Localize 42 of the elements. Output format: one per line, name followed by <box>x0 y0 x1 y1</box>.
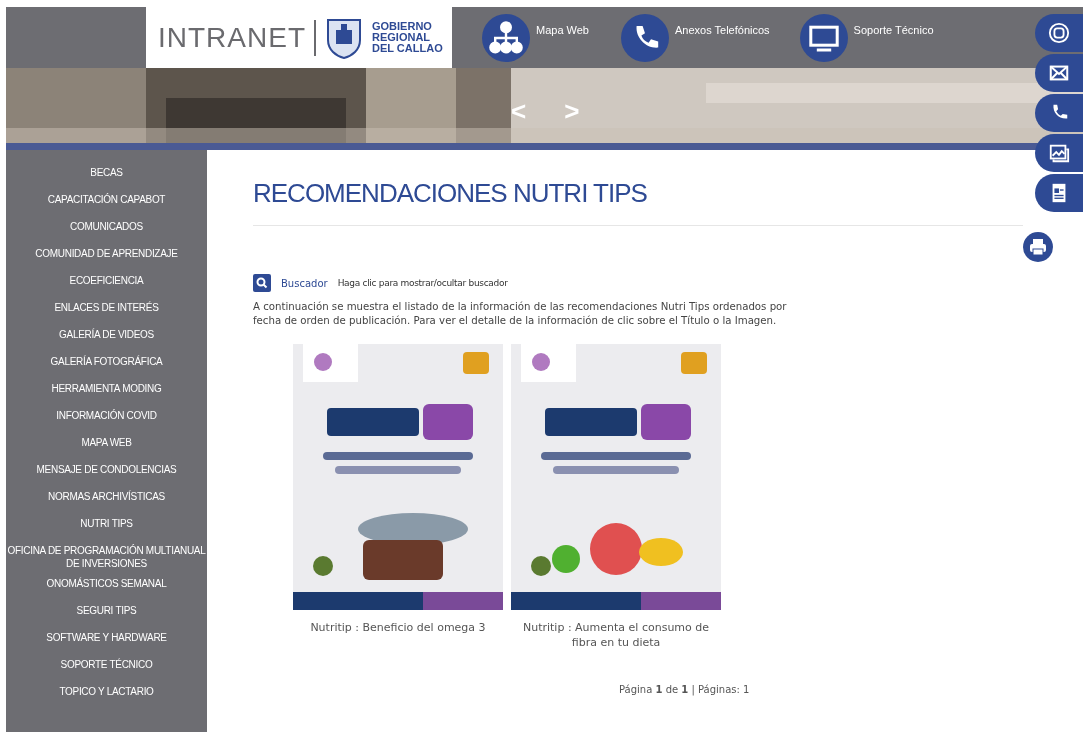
sidebar-item[interactable]: SOFTWARE Y HARDWARE <box>6 624 207 651</box>
search-icon[interactable] <box>253 274 271 292</box>
print-icon[interactable] <box>1023 232 1053 262</box>
mail-icon[interactable] <box>1035 54 1083 92</box>
intro-text: A continuación se muestra el listado de la información de las recomendaciones Nutri Tips ordenados por fecha de orden de publicación. Para ver el detalle de la información de clic sobre el Título o la Imagen. <box>253 300 788 328</box>
sidebar-item[interactable]: SEGURI TIPS <box>6 597 207 624</box>
sidebar-item[interactable]: NUTRI TIPS <box>6 510 207 537</box>
sitemap-icon <box>482 13 530 62</box>
sidebar-item[interactable]: TOPICO Y LACTARIO <box>6 678 207 705</box>
sidebar-item[interactable]: NORMAS ARCHIVÍSTICAS <box>6 483 207 510</box>
newspaper-icon[interactable] <box>1035 174 1083 212</box>
item-title[interactable]: Nutritip : Aumenta el consumo de fibra en tu dieta <box>511 620 721 650</box>
sidebar-item[interactable]: INFORMACIÓN COVID <box>6 402 207 429</box>
sidebar-item[interactable]: MENSAJE DE CONDOLENCIAS <box>6 456 207 483</box>
sidebar-item[interactable]: SOPORTE TÉCNICO <box>6 651 207 678</box>
header-link[interactable]: Soporte Técnico <box>799 13 934 62</box>
sidebar-item[interactable]: ONOMÁSTICOS SEMANAL <box>6 570 207 597</box>
phone-icon <box>621 13 669 62</box>
camera-icon[interactable] <box>1035 14 1083 52</box>
search-toggle-link[interactable]: Buscador <box>281 277 328 289</box>
sidebar-item[interactable]: BECAS <box>6 159 207 186</box>
phone-icon[interactable] <box>1035 94 1083 132</box>
sidebar-item[interactable]: ECOEFICIENCIA <box>6 267 207 294</box>
sidebar-item[interactable]: COMUNIDAD DE APRENDIZAJE <box>6 240 207 267</box>
sidebar-item[interactable]: GALERÍA FOTOGRÁFICA <box>6 348 207 375</box>
organization-name: GOBIERNO REGIONAL DEL CALLAO <box>372 21 443 54</box>
sidebar-item[interactable]: CAPACITACIÓN CAPABOT <box>6 186 207 213</box>
page-title: RECOMENDACIONES NUTRI TIPS <box>253 178 648 209</box>
search-hint: Haga clic para mostrar/ocultar buscador <box>337 278 508 288</box>
sidebar-item[interactable]: OFICINA DE PROGRAMACIÓN MULTIANUAL DE INVERSIONES <box>6 537 207 570</box>
sidebar-item[interactable]: COMUNICADOS <box>6 213 207 240</box>
pagination-text: Página 1 de 1 | Páginas: 1 <box>619 684 751 695</box>
image-icon[interactable] <box>1035 134 1083 172</box>
sidebar-item[interactable]: GALERÍA DE VIDEOS <box>6 321 207 348</box>
sidebar-item[interactable]: HERRAMIENTA MODING <box>6 375 207 402</box>
header-link[interactable]: Anexos Telefónicos <box>621 13 770 62</box>
logo-text: INTRANET <box>158 21 306 54</box>
item-title[interactable]: Nutritip : Beneficio del omega 3 <box>310 620 486 635</box>
sidebar-item[interactable]: MAPA WEB <box>6 429 207 456</box>
header-link[interactable]: Mapa Web <box>482 13 589 62</box>
monitor-icon <box>799 13 848 62</box>
sidebar-item[interactable]: ENLACES DE INTERÉS <box>6 294 207 321</box>
